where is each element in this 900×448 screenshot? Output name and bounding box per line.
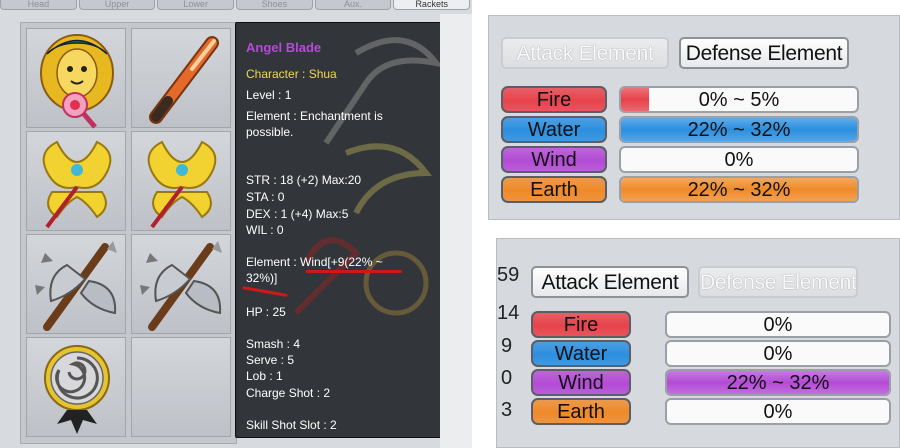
item-dex: DEX : 1 (+4) Max:5 xyxy=(246,207,349,221)
swirl-lollipop-icon xyxy=(44,345,110,434)
defense-element-tab[interactable]: Defense Element xyxy=(679,37,849,69)
item-character: Character : Shua xyxy=(246,67,337,81)
element-bar-water: 0% xyxy=(665,340,891,367)
red-underline-annotation xyxy=(306,270,402,273)
item-element-cont: 32%)] xyxy=(246,271,278,285)
item-slot[interactable] xyxy=(131,28,231,128)
element-value-earth: 0% xyxy=(763,401,793,423)
element-row-wind: Wind 22% ~ 32% xyxy=(531,369,891,396)
window-edge xyxy=(440,14,472,448)
defense-element-tab[interactable]: Defense Element xyxy=(698,266,858,298)
side-number: 9 xyxy=(501,335,513,357)
element-value-water: 22% ~ 32% xyxy=(687,119,791,141)
equipment-tabs: Head Upper Lower Shoes Aux. Rackets xyxy=(0,0,472,14)
side-number: 14 xyxy=(497,302,520,324)
element-bar-fire: 0% xyxy=(665,311,891,338)
attack-element-tab[interactable]: Attack Element xyxy=(501,37,669,69)
item-serve: Serve : 5 xyxy=(246,353,295,367)
element-panel-top: Attack Element Defense Element Fire 0% ~ … xyxy=(488,15,900,220)
item-hp: HP : 25 xyxy=(246,305,286,319)
element-value-earth: 22% ~ 32% xyxy=(687,179,791,201)
tab-lower[interactable]: Lower xyxy=(157,0,235,10)
element-value-fire: 0% xyxy=(763,314,793,336)
element-value-wind: 0% xyxy=(724,149,754,171)
element-name-earth: Earth xyxy=(501,176,607,203)
side-number: 3 xyxy=(501,399,513,421)
item-lob: Lob : 1 xyxy=(246,369,283,383)
golden-crest-racket-icon xyxy=(40,34,114,129)
item-str: STR : 18 (+2) Max:20 xyxy=(246,173,362,187)
element-value-fire: 0% ~ 5% xyxy=(698,89,780,111)
tab-aux[interactable]: Aux. xyxy=(314,0,392,10)
item-grid xyxy=(20,22,237,444)
element-name-fire: Fire xyxy=(501,86,607,113)
item-smash: Smash : 4 xyxy=(246,337,301,351)
inventory-window: Head Upper Lower Shoes Aux. Rackets Ange… xyxy=(0,0,472,448)
element-name-water: Water xyxy=(501,116,607,143)
element-bar-wind: 22% ~ 32% xyxy=(665,369,891,396)
element-name-fire: Fire xyxy=(531,311,631,338)
element-bar-earth: 0% xyxy=(665,398,891,425)
tab-upper[interactable]: Upper xyxy=(78,0,156,10)
element-row-water: Water 22% ~ 32% xyxy=(501,116,859,143)
side-number: 59 xyxy=(497,264,520,286)
item-sta: STA : 0 xyxy=(246,190,285,204)
item-slot[interactable] xyxy=(26,337,126,437)
element-name-wind: Wind xyxy=(501,146,607,173)
tab-head[interactable]: Head xyxy=(0,0,77,10)
tab-shoes[interactable]: Shoes xyxy=(236,0,313,10)
item-slot[interactable] xyxy=(26,234,126,334)
element-value-wind: 22% ~ 32% xyxy=(726,372,830,394)
item-element-note: Element : Enchantment is xyxy=(246,109,383,123)
item-element: Element : Wind[+9(22% ~ xyxy=(246,255,383,269)
element-row-water: Water 0% xyxy=(531,340,891,367)
element-bar-earth: 22% ~ 32% xyxy=(619,176,859,203)
item-slot[interactable] xyxy=(26,28,126,129)
item-wil: WIL : 0 xyxy=(246,223,284,237)
item-skill-shot-slot: Skill Shot Slot : 2 xyxy=(246,418,337,432)
item-slot[interactable] xyxy=(131,234,231,334)
item-title: Angel Blade xyxy=(246,40,322,55)
element-name-wind: Wind xyxy=(531,369,631,396)
element-row-earth: Earth 22% ~ 32% xyxy=(501,176,859,203)
element-row-earth: Earth 0% xyxy=(531,398,891,425)
item-element-note-cont: possible. xyxy=(246,125,294,139)
item-level: Level : 1 xyxy=(246,88,292,102)
item-slot[interactable] xyxy=(26,131,126,231)
element-bar-fire: 0% ~ 5% xyxy=(619,86,859,113)
item-slot-empty[interactable] xyxy=(131,337,231,437)
tab-rackets[interactable]: Rackets xyxy=(393,0,471,10)
item-charge-shot: Charge Shot : 2 xyxy=(246,386,331,400)
element-value-water: 0% xyxy=(763,343,793,365)
item-slot[interactable] xyxy=(131,131,231,231)
divider xyxy=(472,0,488,448)
element-bar-wind: 0% xyxy=(619,146,859,173)
spiked-battle-axe-icon xyxy=(35,241,117,331)
element-panel-bottom: 59 14 9 0 3 Attack Element Defense Eleme… xyxy=(496,238,900,448)
golden-wing-staff-icon xyxy=(147,140,217,229)
element-row-fire: Fire 0% ~ 5% xyxy=(501,86,859,113)
element-row-wind: Wind 0% xyxy=(501,146,859,173)
side-number: 0 xyxy=(501,367,513,389)
attack-element-tab[interactable]: Attack Element xyxy=(531,266,689,298)
golden-wing-staff-icon xyxy=(42,140,112,229)
element-name-water: Water xyxy=(531,340,631,367)
element-bar-water: 22% ~ 32% xyxy=(619,116,859,143)
baseball-bat-icon xyxy=(149,36,219,124)
spiked-battle-axe-icon xyxy=(140,241,222,331)
element-name-earth: Earth xyxy=(531,398,631,425)
element-row-fire: Fire 0% xyxy=(531,311,891,338)
item-tooltip: Angel Blade Character : Shua Level : 1 E… xyxy=(235,22,442,438)
